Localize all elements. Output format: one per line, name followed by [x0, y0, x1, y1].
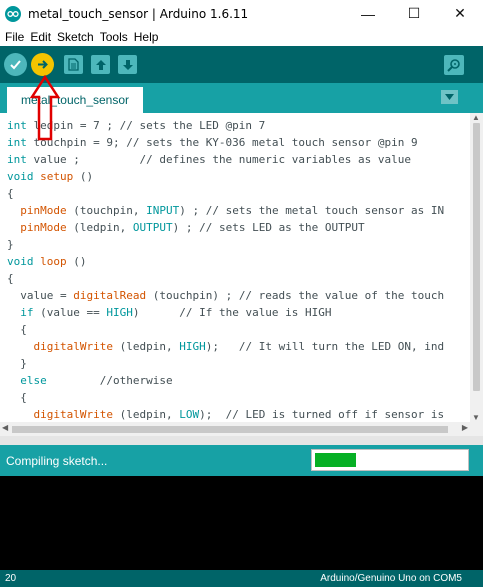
new-file-icon [68, 58, 79, 71]
arrow-right-icon [38, 60, 48, 69]
title-bar: metal_touch_sensor | Arduino 1.6.11 — ☐ … [0, 0, 483, 27]
annotation-arrow-icon [30, 75, 60, 141]
verify-button[interactable] [4, 53, 27, 76]
code-line[interactable]: digitalWrite (ledpin, LOW); // LED is tu… [7, 406, 445, 422]
arrow-down-icon [122, 59, 133, 70]
code-line[interactable]: value = digitalRead (touchpin) ; // read… [7, 287, 444, 304]
maximize-button[interactable]: ☐ [391, 0, 437, 27]
console-output[interactable] [0, 476, 483, 570]
code-line[interactable]: { [7, 185, 444, 202]
menu-bar: File Edit Sketch Tools Help [0, 27, 483, 46]
code-line[interactable]: int ledpin = 7 ; // sets the LED @pin 7 [7, 117, 444, 134]
vertical-scrollbar[interactable]: ▲ ▼ [470, 113, 483, 422]
scroll-down-icon[interactable]: ▼ [472, 413, 480, 422]
serial-monitor-button[interactable] [444, 55, 464, 75]
code-line[interactable]: } [7, 236, 444, 253]
line-number: 20 [5, 573, 17, 584]
new-button[interactable] [64, 55, 83, 74]
progress-fill [315, 453, 356, 467]
check-icon [10, 60, 21, 70]
scroll-right-icon[interactable]: ▶ [462, 423, 468, 432]
code-line[interactable]: { [7, 389, 444, 406]
menu-sketch[interactable]: Sketch [57, 30, 94, 44]
splitter[interactable] [0, 436, 483, 445]
code-text[interactable]: int ledpin = 7 ; // sets the LED @pin 7i… [7, 117, 444, 422]
code-line[interactable]: digitalWrite (ledpin, HIGH); // It will … [7, 338, 445, 355]
code-line[interactable]: void setup () [7, 168, 444, 185]
chevron-down-icon [445, 94, 454, 100]
arduino-logo-icon [5, 5, 21, 22]
status-bar: Compiling sketch... [0, 445, 483, 476]
horizontal-scrollbar[interactable]: ◀ ▶ [0, 422, 470, 436]
progress-bar [311, 449, 469, 471]
save-button[interactable] [118, 55, 137, 74]
code-line[interactable]: int value ; // defines the numeric varia… [7, 151, 444, 168]
scrollbar-corner [470, 422, 483, 436]
window-title: metal_touch_sensor | Arduino 1.6.11 [28, 6, 249, 21]
close-button[interactable]: ✕ [437, 0, 483, 27]
toolbar [0, 46, 483, 83]
code-editor[interactable]: int ledpin = 7 ; // sets the LED @pin 7i… [0, 113, 470, 422]
code-line[interactable]: if (value == HIGH) // If the value is HI… [7, 304, 444, 321]
code-line[interactable]: int touchpin = 9; // sets the KY-036 met… [7, 134, 444, 151]
code-line[interactable]: pinMode (ledpin, OUTPUT) ; // sets LED a… [7, 219, 444, 236]
vertical-scroll-thumb[interactable] [473, 123, 480, 391]
code-line[interactable]: { [7, 321, 444, 338]
scroll-left-icon[interactable]: ◀ [2, 423, 8, 432]
menu-edit[interactable]: Edit [30, 30, 51, 44]
menu-file[interactable]: File [5, 30, 24, 44]
minimize-button[interactable]: — [345, 0, 391, 27]
menu-tools[interactable]: Tools [100, 30, 128, 44]
footer-bar: 20 Arduino/Genuino Uno on COM5 [0, 570, 483, 587]
code-line[interactable]: else //otherwise [7, 372, 444, 389]
open-button[interactable] [91, 55, 110, 74]
scroll-up-icon[interactable]: ▲ [472, 113, 480, 122]
magnifier-icon [447, 59, 460, 72]
upload-button[interactable] [31, 53, 54, 76]
menu-help[interactable]: Help [134, 30, 159, 44]
code-line[interactable]: pinMode (touchpin, INPUT) ; // sets the … [7, 202, 444, 219]
horizontal-scroll-thumb[interactable] [12, 426, 448, 433]
code-line[interactable]: { [7, 270, 444, 287]
code-line[interactable]: void loop () [7, 253, 444, 270]
tab-bar: metal_touch_sensor [0, 83, 483, 113]
arrow-up-icon [95, 59, 106, 70]
code-line[interactable]: } [7, 355, 444, 372]
status-message: Compiling sketch... [6, 454, 108, 468]
board-info: Arduino/Genuino Uno on COM5 [320, 573, 462, 584]
tab-menu-button[interactable] [441, 90, 458, 104]
tab-metal-touch-sensor[interactable]: metal_touch_sensor [7, 87, 143, 113]
